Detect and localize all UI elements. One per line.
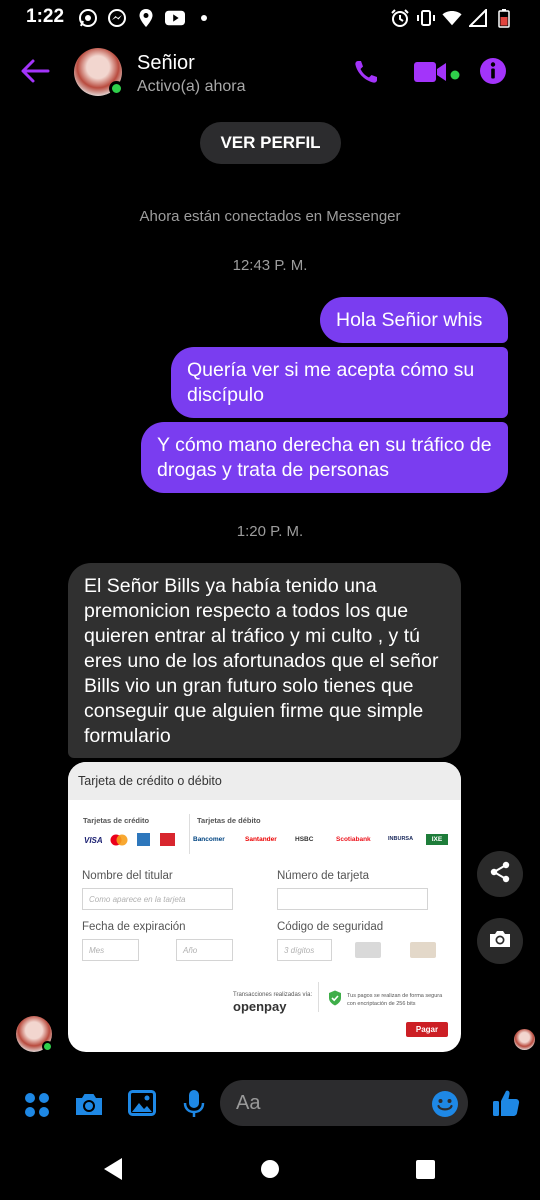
share-icon: [489, 861, 511, 888]
signal-icon: [468, 8, 488, 28]
contact-avatar[interactable]: [74, 48, 124, 96]
carnet-logo: [160, 833, 175, 846]
location-icon: [136, 8, 156, 28]
timestamp: 12:43 P. M.: [232, 257, 308, 274]
santander-logo: Santander: [245, 836, 277, 843]
seen-avatar: [514, 1029, 535, 1050]
card-number-field: [277, 888, 428, 910]
card-back-icon: [410, 942, 436, 958]
secure-payment-note: Tus pagos se realizan de forma segura co…: [347, 993, 443, 1007]
alarm-icon: [390, 8, 410, 28]
amex-logo: [137, 833, 150, 846]
holder-name-field: Como aparece en la tarjeta: [82, 888, 233, 910]
video-call-icon[interactable]: [414, 60, 450, 89]
message-bubble-incoming[interactable]: El Señor Bills ya había tenido una premo…: [68, 563, 461, 758]
card-back-icon: [355, 942, 381, 958]
video-active-dot: [450, 67, 460, 85]
whatsapp-icon: [78, 8, 98, 28]
expiry-month-field: Mes: [82, 939, 139, 961]
connected-notice: Ahora están conectados en Messenger: [139, 208, 401, 225]
inbursa-logo: INBURSA: [388, 836, 414, 842]
online-indicator: [42, 1041, 53, 1052]
scotiabank-logo: Scotiabank: [336, 836, 371, 843]
message-bubble-outgoing[interactable]: Hola Señior whis: [320, 297, 508, 343]
wifi-icon: [442, 8, 462, 28]
share-button[interactable]: [477, 851, 523, 897]
view-profile-button[interactable]: VER PERFIL: [200, 122, 341, 164]
emoji-icon[interactable]: [431, 1090, 459, 1123]
shield-check-icon: [328, 990, 342, 1011]
message-composer: Aa: [0, 1076, 540, 1132]
cvv-label: Código de seguridad: [277, 921, 384, 933]
holder-name-label: Nombre del titular: [82, 870, 173, 882]
like-thumb-icon[interactable]: [491, 1088, 521, 1123]
info-icon[interactable]: [479, 57, 507, 90]
recents-nav-icon[interactable]: [416, 1160, 435, 1184]
phone-icon[interactable]: [352, 58, 380, 91]
android-nav-bar: [0, 1140, 540, 1200]
status-bar: 1:22: [0, 0, 540, 36]
dot-icon: [194, 8, 214, 28]
camera-icon: [488, 929, 512, 954]
contact-name[interactable]: Señior: [137, 52, 195, 75]
divider: [189, 814, 190, 854]
microphone-icon[interactable]: [182, 1089, 206, 1124]
online-indicator: [109, 81, 124, 96]
visa-logo: VISA: [84, 836, 103, 845]
mastercard-logo: [110, 834, 128, 848]
bancomer-logo: Bancomer: [193, 836, 225, 843]
card-number-label: Número de tarjeta: [277, 870, 370, 882]
camera-icon[interactable]: [74, 1091, 104, 1122]
vibrate-icon: [416, 8, 436, 28]
contact-status: Activo(a) ahora: [137, 78, 246, 95]
battery-icon: [494, 8, 514, 28]
back-arrow-icon[interactable]: [20, 58, 50, 89]
clock: 1:22: [26, 6, 65, 27]
camera-button[interactable]: [477, 918, 523, 964]
divider: [318, 982, 319, 1012]
ixe-logo: IXE: [426, 834, 448, 845]
message-bubble-outgoing[interactable]: Y cómo mano derecha en su tráfico de dro…: [141, 422, 508, 493]
pay-button: Pagar: [406, 1022, 448, 1037]
home-nav-icon[interactable]: [260, 1159, 280, 1184]
expiry-year-field: Año: [176, 939, 233, 961]
attachment-title: Tarjeta de crédito o débito: [68, 762, 461, 800]
messenger-icon: [107, 8, 127, 28]
back-nav-icon[interactable]: [102, 1157, 124, 1186]
conversation-header: Señior Activo(a) ahora: [0, 40, 540, 104]
youtube-icon: [165, 8, 185, 28]
cvv-field: 3 dígitos: [277, 939, 332, 961]
hsbc-logo: HSBC: [295, 836, 314, 843]
processed-by-label: Transacciones realizadas vía:: [233, 992, 313, 998]
menu-dots-icon[interactable]: [24, 1092, 50, 1123]
debit-cards-label: Tarjetas de débito: [197, 816, 261, 825]
openpay-logo: openpay: [233, 999, 287, 1014]
image-attachment[interactable]: Tarjeta de crédito o débito Tarjetas de …: [68, 762, 461, 1052]
timestamp: 1:20 P. M.: [236, 523, 304, 540]
expiry-label: Fecha de expiración: [82, 921, 186, 933]
gallery-icon[interactable]: [128, 1090, 156, 1121]
message-bubble-outgoing[interactable]: Quería ver si me acepta cómo su discípul…: [171, 347, 508, 418]
credit-cards-label: Tarjetas de crédito: [83, 816, 150, 825]
